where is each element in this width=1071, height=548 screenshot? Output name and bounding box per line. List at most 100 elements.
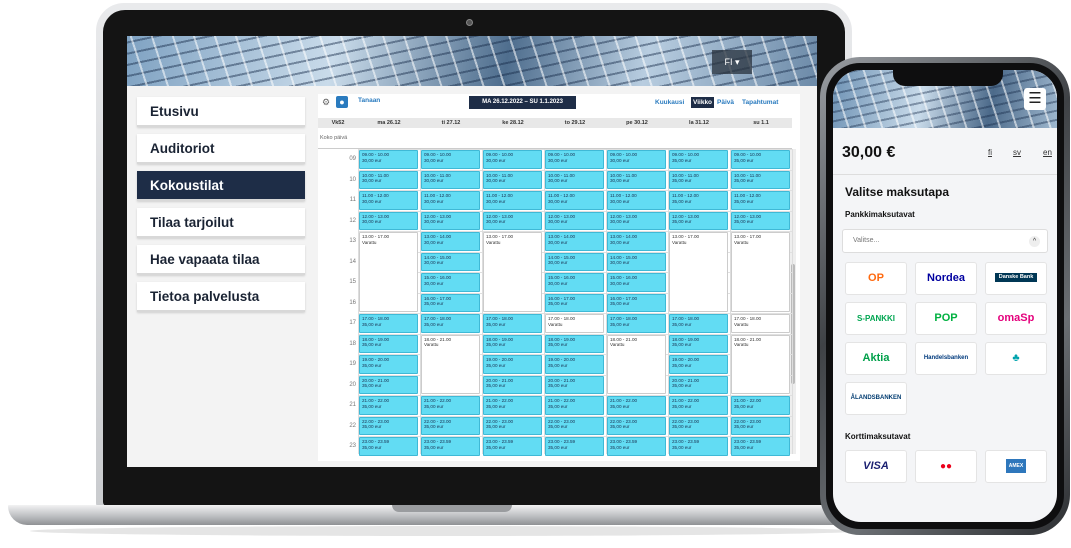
view-kuukausi[interactable]: Kuukausi xyxy=(653,97,686,108)
available-slot[interactable]: 19.00 - 20.00 35,00 eur xyxy=(359,355,418,374)
nordea-logo[interactable]: Nordea xyxy=(915,262,977,295)
available-slot[interactable]: 09.00 - 10.00 30,00 eur xyxy=(359,150,418,169)
available-slot[interactable]: 17.00 - 18.00 35,00 eur xyxy=(359,314,418,333)
op-icon[interactable]: OP xyxy=(845,262,907,295)
available-slot[interactable]: 11.00 - 12.00 35,00 eur xyxy=(669,191,728,210)
available-slot[interactable]: 16.00 - 17.00 35,00 eur xyxy=(421,293,480,312)
available-slot[interactable]: 19.00 - 20.00 35,00 eur xyxy=(669,355,728,374)
available-slot[interactable]: 21.00 - 22.00 35,00 eur xyxy=(731,396,790,415)
available-slot[interactable]: 23.00 - 23.59 35,00 eur xyxy=(359,437,418,456)
available-slot[interactable]: 19.00 - 20.00 35,00 eur xyxy=(483,355,542,374)
available-slot[interactable]: 11.00 - 12.00 30,00 eur xyxy=(545,191,604,210)
available-slot[interactable]: 22.00 - 23.00 35,00 eur xyxy=(359,416,418,435)
available-slot[interactable]: 10.00 - 11.00 30,00 eur xyxy=(483,170,542,189)
today-dot-icon[interactable]: ● xyxy=(336,96,348,108)
available-slot[interactable]: 09.00 - 10.00 35,00 eur xyxy=(669,150,728,169)
settings-icon[interactable]: ⚙ xyxy=(320,96,332,108)
nav-item-auditoriot[interactable]: Auditoriot xyxy=(137,134,305,164)
available-slot[interactable]: 09.00 - 10.00 35,00 eur xyxy=(731,150,790,169)
available-slot[interactable]: 23.00 - 23.59 35,00 eur xyxy=(421,437,480,456)
available-slot[interactable]: 18.00 - 19.00 35,00 eur xyxy=(545,334,604,353)
available-slot[interactable]: 10.00 - 11.00 30,00 eur xyxy=(421,170,480,189)
available-slot[interactable]: 10.00 - 11.00 35,00 eur xyxy=(731,170,790,189)
available-slot[interactable]: 11.00 - 12.00 30,00 eur xyxy=(421,191,480,210)
available-slot[interactable]: 10.00 - 11.00 30,00 eur xyxy=(607,170,666,189)
pop-logo[interactable]: POP xyxy=(915,302,977,335)
available-slot[interactable]: 12.00 - 13.00 30,00 eur xyxy=(359,211,418,230)
available-slot[interactable]: 09.00 - 10.00 30,00 eur xyxy=(421,150,480,169)
available-slot[interactable]: 13.00 - 14.00 30,00 eur xyxy=(545,232,604,251)
available-slot[interactable]: 23.00 - 23.59 35,00 eur xyxy=(607,437,666,456)
available-slot[interactable]: 11.00 - 12.00 30,00 eur xyxy=(607,191,666,210)
view-tapahtumat[interactable]: Tapahtumat xyxy=(740,97,780,108)
handelsbanken-logo[interactable]: Handelsbanken xyxy=(915,342,977,375)
available-slot[interactable]: 11.00 - 12.00 30,00 eur xyxy=(483,191,542,210)
available-slot[interactable]: 14.00 - 15.00 30,00 eur xyxy=(607,252,666,271)
available-slot[interactable]: 13.00 - 14.00 30,00 eur xyxy=(421,232,480,251)
available-slot[interactable]: 22.00 - 23.00 35,00 eur xyxy=(731,416,790,435)
available-slot[interactable]: 21.00 - 22.00 35,00 eur xyxy=(669,396,728,415)
available-slot[interactable]: 12.00 - 13.00 30,00 eur xyxy=(483,211,542,230)
today-button[interactable]: Tanaan xyxy=(358,97,380,104)
available-slot[interactable]: 21.00 - 22.00 35,00 eur xyxy=(483,396,542,415)
available-slot[interactable]: 18.00 - 19.00 35,00 eur xyxy=(669,334,728,353)
nav-item-kokoustilat[interactable]: Kokoustilat xyxy=(137,171,305,201)
language-link-fi[interactable]: fi xyxy=(988,148,992,157)
nav-item-etusivu[interactable]: Etusivu xyxy=(137,97,305,127)
available-slot[interactable]: 13.00 - 14.00 30,00 eur xyxy=(607,232,666,251)
available-slot[interactable]: 19.00 - 20.00 35,00 eur xyxy=(545,355,604,374)
available-slot[interactable]: 18.00 - 19.00 35,00 eur xyxy=(483,334,542,353)
view-päivä[interactable]: Päivä xyxy=(715,97,736,108)
omasp-logo[interactable]: omaSp xyxy=(985,302,1047,335)
saastopankki-icon[interactable]: ♣ xyxy=(985,342,1047,375)
nav-item-hae-vapaata-tilaa[interactable]: Hae vapaata tilaa xyxy=(137,245,305,275)
available-slot[interactable]: 12.00 - 13.00 30,00 eur xyxy=(421,211,480,230)
available-slot[interactable]: 14.00 - 15.00 30,00 eur xyxy=(421,252,480,271)
available-slot[interactable]: 09.00 - 10.00 30,00 eur xyxy=(607,150,666,169)
available-slot[interactable]: 12.00 - 13.00 30,00 eur xyxy=(607,211,666,230)
available-slot[interactable]: 16.00 - 17.00 35,00 eur xyxy=(607,293,666,312)
available-slot[interactable]: 23.00 - 23.59 35,00 eur xyxy=(483,437,542,456)
available-slot[interactable]: 12.00 - 13.00 35,00 eur xyxy=(669,211,728,230)
available-slot[interactable]: 12.00 - 13.00 35,00 eur xyxy=(731,211,790,230)
available-slot[interactable]: 15.00 - 16.00 30,00 eur xyxy=(607,273,666,292)
available-slot[interactable]: 12.00 - 13.00 30,00 eur xyxy=(545,211,604,230)
available-slot[interactable]: 20.00 - 21.00 35,00 eur xyxy=(359,375,418,394)
available-slot[interactable]: 15.00 - 16.00 30,00 eur xyxy=(545,273,604,292)
available-slot[interactable]: 22.00 - 23.00 35,00 eur xyxy=(421,416,480,435)
available-slot[interactable]: 20.00 - 21.00 35,00 eur xyxy=(669,375,728,394)
visa-logo[interactable]: VISA xyxy=(845,450,907,483)
available-slot[interactable]: 18.00 - 19.00 35,00 eur xyxy=(359,334,418,353)
available-slot[interactable]: 10.00 - 11.00 30,00 eur xyxy=(359,170,418,189)
available-slot[interactable]: 17.00 - 18.00 35,00 eur xyxy=(669,314,728,333)
language-selector[interactable]: FI ▾ xyxy=(712,50,752,74)
available-slot[interactable]: 11.00 - 12.00 35,00 eur xyxy=(731,191,790,210)
available-slot[interactable]: 20.00 - 21.00 35,00 eur xyxy=(545,375,604,394)
available-slot[interactable]: 22.00 - 23.00 35,00 eur xyxy=(483,416,542,435)
alandsbanken-logo[interactable]: ÅLANDSBANKEN xyxy=(845,382,907,415)
language-link-sv[interactable]: sv xyxy=(1013,148,1021,157)
bank-select[interactable]: Valitse... ^ xyxy=(842,229,1048,253)
available-slot[interactable]: 17.00 - 18.00 35,00 eur xyxy=(607,314,666,333)
available-slot[interactable]: 21.00 - 22.00 35,00 eur xyxy=(545,396,604,415)
available-slot[interactable]: 10.00 - 11.00 35,00 eur xyxy=(669,170,728,189)
amex-logo[interactable]: AMEX xyxy=(985,450,1047,483)
available-slot[interactable]: 22.00 - 23.00 35,00 eur xyxy=(607,416,666,435)
available-slot[interactable]: 21.00 - 22.00 35,00 eur xyxy=(359,396,418,415)
available-slot[interactable]: 22.00 - 23.00 35,00 eur xyxy=(669,416,728,435)
s-pankki-logo[interactable]: S-PANKKI xyxy=(845,302,907,335)
available-slot[interactable]: 23.00 - 23.59 35,00 eur xyxy=(669,437,728,456)
view-viikko[interactable]: Viikko xyxy=(691,97,715,108)
available-slot[interactable]: 22.00 - 23.00 35,00 eur xyxy=(545,416,604,435)
nav-item-tietoa-palvelusta[interactable]: Tietoa palvelusta xyxy=(137,282,305,312)
available-slot[interactable]: 09.00 - 10.00 30,00 eur xyxy=(545,150,604,169)
available-slot[interactable]: 23.00 - 23.59 35,00 eur xyxy=(731,437,790,456)
nav-item-tilaa-tarjoilut[interactable]: Tilaa tarjoilut xyxy=(137,208,305,238)
available-slot[interactable]: 17.00 - 18.00 35,00 eur xyxy=(421,314,480,333)
available-slot[interactable]: 21.00 - 22.00 35,00 eur xyxy=(421,396,480,415)
available-slot[interactable]: 10.00 - 11.00 30,00 eur xyxy=(545,170,604,189)
available-slot[interactable]: 23.00 - 23.59 35,00 eur xyxy=(545,437,604,456)
available-slot[interactable]: 20.00 - 21.00 35,00 eur xyxy=(483,375,542,394)
danske-logo[interactable]: Danske Bank xyxy=(985,262,1047,295)
available-slot[interactable]: 16.00 - 17.00 35,00 eur xyxy=(545,293,604,312)
